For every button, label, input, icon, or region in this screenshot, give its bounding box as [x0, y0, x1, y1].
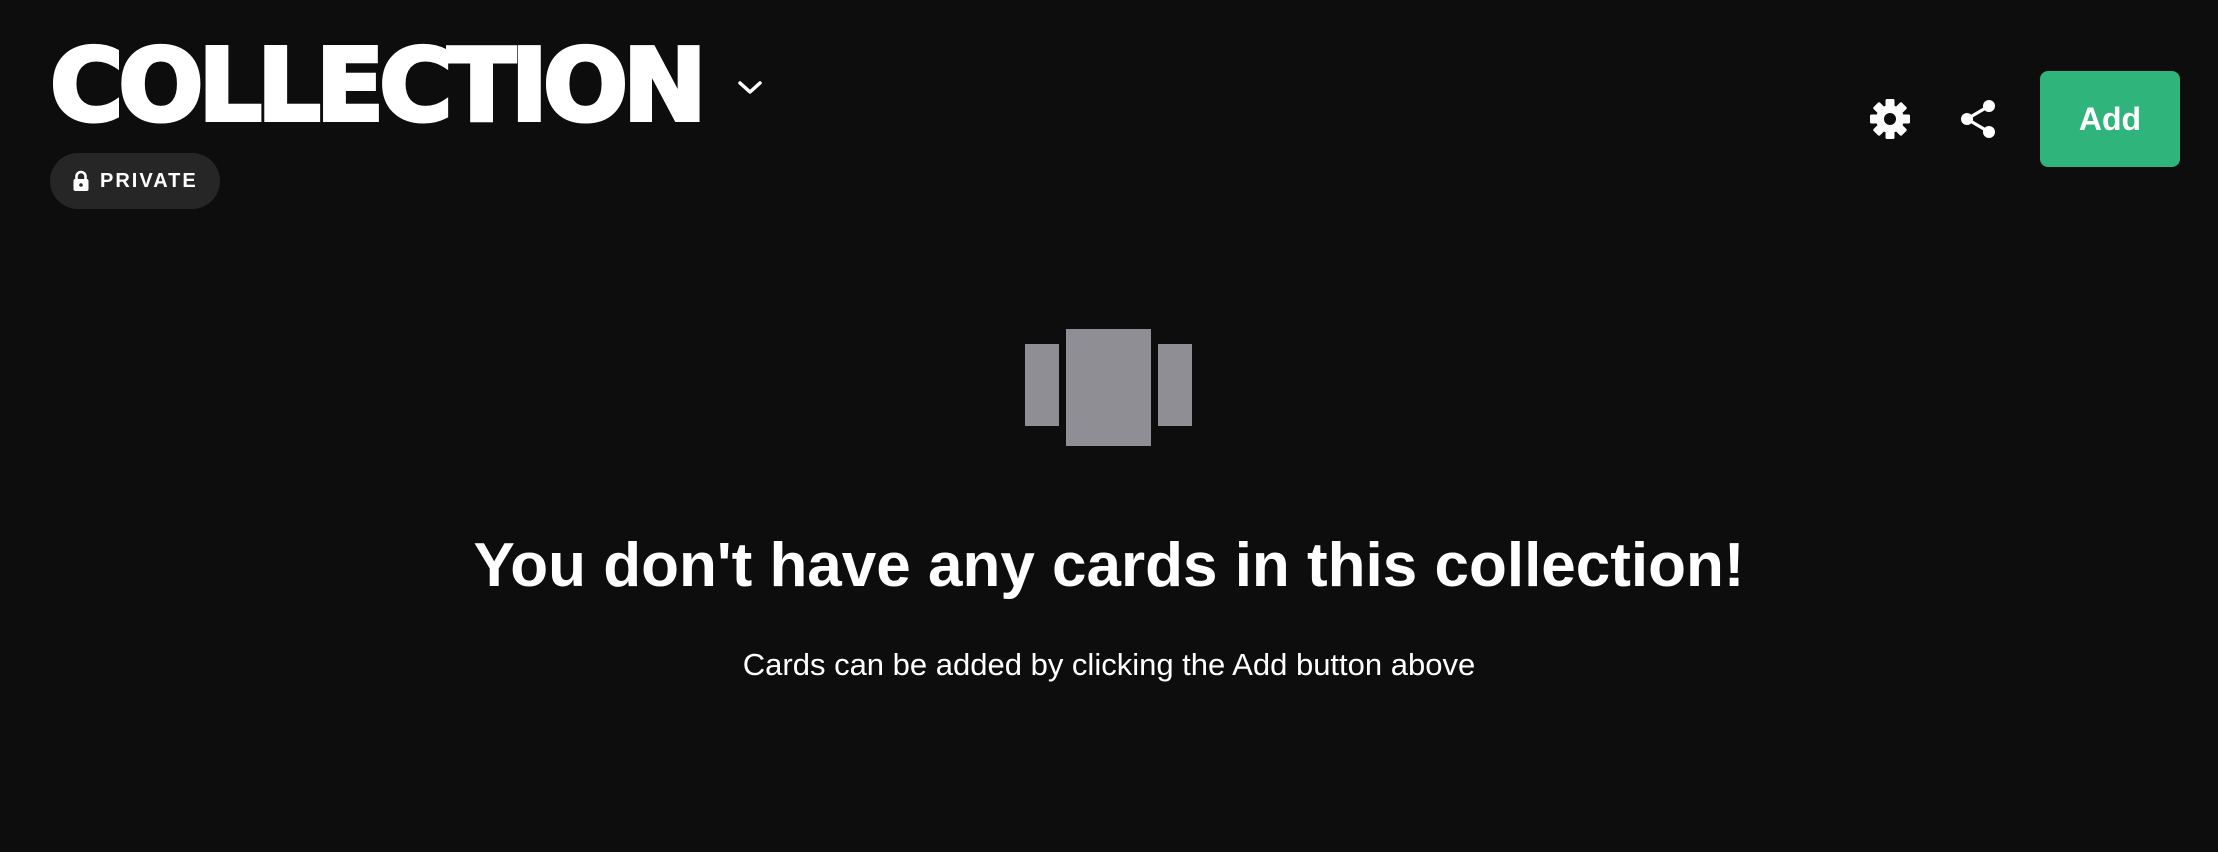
empty-state-heading: You don't have any cards in this collect… — [473, 531, 1745, 600]
share-button[interactable] — [1950, 91, 2006, 147]
share-icon — [1961, 100, 1995, 138]
title-row: COLLECTION — [48, 27, 768, 144]
lock-icon — [73, 170, 89, 191]
settings-button[interactable] — [1862, 91, 1918, 147]
add-button[interactable]: Add — [2040, 71, 2180, 167]
cards-icon — [1025, 326, 1193, 446]
privacy-label: PRIVATE — [100, 169, 198, 192]
empty-state-subtext: Cards can be added by clicking the Add b… — [742, 647, 1476, 682]
chevron-down-icon — [737, 81, 762, 94]
card-left-shape — [1025, 344, 1059, 426]
privacy-badge[interactable]: PRIVATE — [50, 153, 220, 209]
card-right-shape — [1158, 344, 1192, 426]
page-title: COLLECTION — [48, 27, 709, 144]
empty-state: You don't have any cards in this collect… — [0, 326, 2218, 684]
collection-menu-button[interactable] — [732, 70, 768, 106]
collection-page: COLLECTION PRIVATE Add You don't have an… — [0, 0, 2218, 852]
toolbar: Add — [1862, 71, 2180, 167]
card-center-shape — [1066, 329, 1151, 446]
gear-icon — [1870, 99, 1910, 139]
